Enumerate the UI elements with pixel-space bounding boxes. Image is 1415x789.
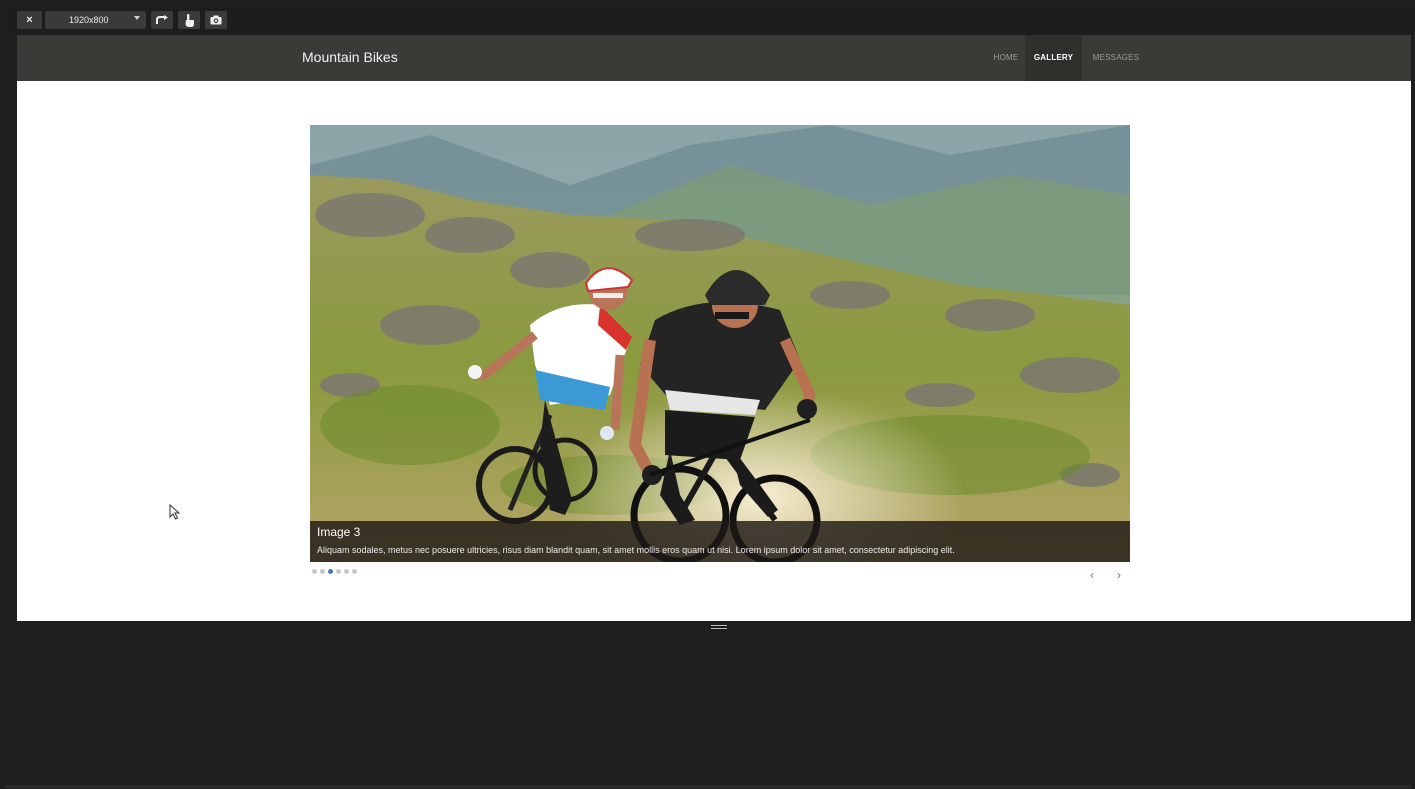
touch-icon	[185, 13, 194, 27]
resize-handle[interactable]	[711, 625, 727, 630]
carousel-dot[interactable]	[328, 569, 333, 574]
rotate-icon	[155, 15, 168, 24]
chevron-down-icon	[134, 16, 140, 20]
resolution-value: 1920x800	[69, 15, 109, 25]
close-icon: ×	[26, 14, 33, 26]
nav-link-home[interactable]: HOME	[987, 35, 1025, 81]
carousel-dot[interactable]	[312, 569, 317, 574]
emulator-toolbar: × 1920x800	[5, 5, 1411, 34]
nav-link-gallery[interactable]: GALLERY	[1025, 35, 1082, 81]
carousel-dot[interactable]	[352, 569, 357, 574]
rotate-button[interactable]	[151, 11, 173, 29]
image-carousel[interactable]: Image 3 Aliquam sodales, metus nec posue…	[310, 125, 1130, 562]
slide-image	[310, 125, 1130, 562]
status-bar	[5, 785, 1411, 789]
carousel-next-button[interactable]: ›	[1113, 569, 1125, 581]
navbar: Mountain Bikes HOME GALLERY MESSAGES	[17, 35, 1411, 81]
slide-caption: Image 3 Aliquam sodales, metus nec posue…	[310, 521, 1130, 562]
carousel-indicators	[312, 569, 357, 575]
touch-toggle-button[interactable]	[178, 11, 200, 29]
caption-text: Aliquam sodales, metus nec posuere ultri…	[317, 545, 955, 555]
carousel-prev-button[interactable]: ‹	[1086, 569, 1098, 581]
camera-icon	[210, 15, 222, 25]
mouse-cursor-icon	[169, 504, 181, 520]
carousel-dot[interactable]	[320, 569, 325, 574]
caption-title: Image 3	[317, 525, 361, 539]
close-button[interactable]: ×	[17, 11, 42, 29]
page-viewport: Mountain Bikes HOME GALLERY MESSAGES Ima…	[17, 35, 1411, 621]
screenshot-button[interactable]	[205, 11, 227, 29]
carousel-dot[interactable]	[336, 569, 341, 574]
brand-title[interactable]: Mountain Bikes	[302, 49, 398, 65]
nav-link-messages[interactable]: MESSAGES	[1082, 35, 1150, 81]
carousel-dot[interactable]	[344, 569, 349, 574]
resolution-select[interactable]: 1920x800	[45, 11, 146, 29]
device-emulator: × 1920x800 Mountain Bikes HOME GALLERY M…	[0, 0, 1415, 789]
